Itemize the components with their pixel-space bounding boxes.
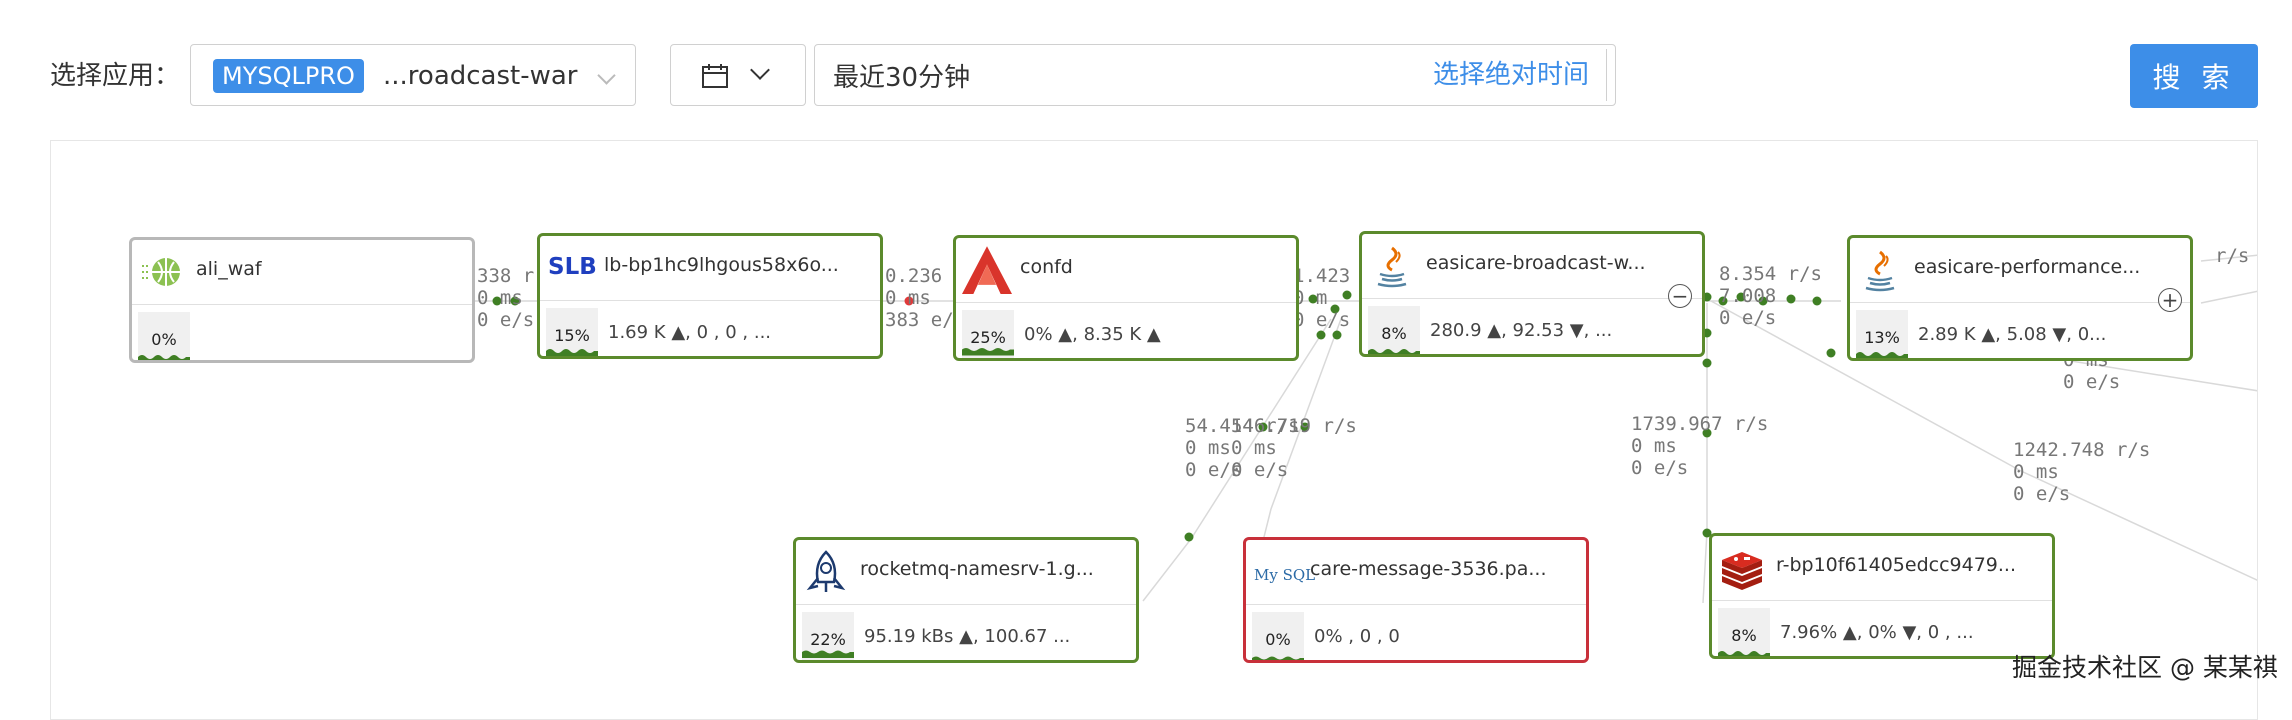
- date-picker-button[interactable]: [670, 44, 806, 106]
- service-node-care-message[interactable]: My SQL care-message-3536.pa... 0% 0% , 0…: [1243, 537, 1589, 663]
- service-node-easicare-performance[interactable]: easicare-performance... 13% 2.89 K ▲, 5.…: [1847, 235, 2193, 361]
- app-tag[interactable]: MYSQLPRO: [213, 59, 364, 93]
- node-header: easicare-broadcast-w...: [1362, 234, 1702, 299]
- node-load-percent: 8%: [1731, 626, 1757, 645]
- chevron-down-icon: [750, 60, 770, 80]
- node-load-badge: 0%: [1252, 612, 1304, 660]
- node-name: confd: [1020, 256, 1073, 278]
- node-load-badge: 22%: [802, 612, 854, 660]
- absolute-time-link[interactable]: 选择绝对时间: [1433, 57, 1589, 93]
- node-stats: 280.9 ▲, 92.53 ▼, ...: [1430, 320, 1613, 341]
- node-header: easicare-performance...: [1850, 238, 2190, 303]
- time-range-input[interactable]: [833, 57, 1313, 93]
- edge-label: 338 r 0 ms 0 e/s: [477, 265, 535, 331]
- wave-icon: [962, 348, 1014, 356]
- edge-dot: [1332, 330, 1342, 340]
- node-stats: 0% , 0 , 0: [1314, 626, 1400, 647]
- edge-dot: [1702, 358, 1712, 368]
- calendar-icon: [702, 64, 728, 88]
- wave-icon: [1718, 651, 1770, 656]
- waf-icon: [142, 258, 180, 286]
- confd-logo-icon: [962, 246, 1012, 294]
- node-name: care-message-3536.pa...: [1310, 558, 1547, 580]
- expand-toggle-icon[interactable]: +: [2158, 288, 2182, 312]
- edge-label: 546.719 r/s 0 ms 0 e/s: [1231, 415, 1357, 481]
- node-load-percent: 8%: [1381, 324, 1407, 343]
- node-name: easicare-broadcast-w...: [1426, 252, 1646, 274]
- divider: [1606, 49, 1607, 101]
- edge-label: r/s: [2215, 245, 2250, 267]
- collapse-toggle-icon[interactable]: −: [1668, 284, 1692, 308]
- service-node-easicare-broadcast[interactable]: easicare-broadcast-w... 8% 280.9 ▲, 92.5…: [1359, 231, 1705, 357]
- node-name: rocketmq-namesrv-1.g...: [860, 558, 1094, 580]
- edge-dot: [1826, 348, 1836, 358]
- service-node-redis[interactable]: r-bp10f61405edcc9479... 8% 7.96% ▲, 0% ▼…: [1709, 533, 2055, 659]
- service-node-rocketmq[interactable]: rocketmq-namesrv-1.g... 22% 95.19 kBs ▲,…: [793, 537, 1139, 663]
- wave-icon: [802, 650, 854, 658]
- node-header: SLB lb-bp1hc9lhgous58x6o...: [540, 236, 880, 301]
- service-node-slb[interactable]: SLB lb-bp1hc9lhgous58x6o... 15% 1.69 K ▲…: [537, 233, 883, 359]
- node-stats: 7.96% ▲, 0% ▼, 0 , ...: [1780, 622, 1974, 643]
- node-header: My SQL care-message-3536.pa...: [1246, 540, 1586, 605]
- node-load-badge: 15%: [546, 308, 598, 356]
- java-icon: [1865, 250, 1895, 292]
- node-stats: 2.89 K ▲, 5.08 ▼, 0...: [1918, 324, 2107, 345]
- app-select-value: ...roadcast-war: [383, 61, 578, 91]
- edge-dot: [1184, 532, 1194, 542]
- node-load-percent: 0%: [1265, 630, 1291, 649]
- node-name: ali_waf: [196, 258, 262, 280]
- node-stats: 95.19 kBs ▲, 100.67 ...: [864, 626, 1071, 647]
- node-load-percent: 15%: [554, 326, 590, 345]
- java-icon: [1377, 246, 1407, 288]
- wave-icon: [1252, 656, 1304, 660]
- node-load-percent: 13%: [1864, 328, 1900, 347]
- edge-label: 1739.967 r/s 0 ms 0 e/s: [1631, 413, 1769, 479]
- watermark: 掘金技术社区 @ 某某祺: [2012, 653, 2278, 682]
- toolbar: 选择应用： MYSQLPRO ...roadcast-war 选择绝对时间 搜 …: [0, 0, 2292, 140]
- node-load-badge: 13%: [1856, 310, 1908, 358]
- wave-icon: [546, 349, 598, 356]
- search-button[interactable]: 搜 索: [2130, 44, 2258, 108]
- node-header: ali_waf: [132, 240, 472, 305]
- node-load-badge: 8%: [1718, 608, 1770, 656]
- slb-icon: SLB: [548, 254, 597, 280]
- node-load-badge: 25%: [962, 310, 1014, 358]
- topology-canvas[interactable]: 338 r 0 ms 0 e/s 0.236 r 0 ms 383 e/ 1.4…: [50, 140, 2258, 720]
- edge-label: 1242.748 r/s 0 ms 0 e/s: [2013, 439, 2151, 505]
- wave-icon: [1856, 352, 1908, 358]
- node-header: rocketmq-namesrv-1.g...: [796, 540, 1136, 605]
- node-load-badge: 8%: [1368, 306, 1420, 354]
- time-range-field[interactable]: 选择绝对时间: [814, 44, 1616, 106]
- node-load-percent: 0%: [151, 330, 177, 349]
- service-node-confd[interactable]: confd 25% 0% ▲, 8.35 K ▲: [953, 235, 1299, 361]
- node-load-badge: 0%: [138, 312, 190, 360]
- mysql-icon: My SQL: [1254, 566, 1316, 584]
- node-name: easicare-performance...: [1914, 256, 2141, 278]
- edge-dot: [1316, 330, 1326, 340]
- node-header: r-bp10f61405edcc9479...: [1712, 536, 2052, 601]
- redis-icon: [1722, 552, 1762, 590]
- node-name: r-bp10f61405edcc9479...: [1776, 554, 2016, 576]
- edge-performance-out-2: [2200, 290, 2257, 304]
- node-stats: 1.69 K ▲, 0 , 0 , ...: [608, 322, 772, 343]
- wave-icon: [138, 355, 190, 360]
- node-header: confd: [956, 238, 1296, 303]
- app-select-label: 选择应用：: [50, 61, 181, 91]
- chevron-down-icon[interactable]: [597, 66, 616, 85]
- service-node-ali-waf[interactable]: ali_waf 0%: [129, 237, 475, 363]
- edge-label: 8.354 r/s 7.008 0 e/s: [1719, 263, 1822, 329]
- rocketmq-icon: [806, 550, 846, 592]
- node-stats: 0% ▲, 8.35 K ▲: [1024, 324, 1161, 345]
- wave-icon: [1368, 349, 1420, 354]
- app-select[interactable]: MYSQLPRO ...roadcast-war: [190, 44, 636, 106]
- node-name: lb-bp1hc9lhgous58x6o...: [604, 254, 839, 276]
